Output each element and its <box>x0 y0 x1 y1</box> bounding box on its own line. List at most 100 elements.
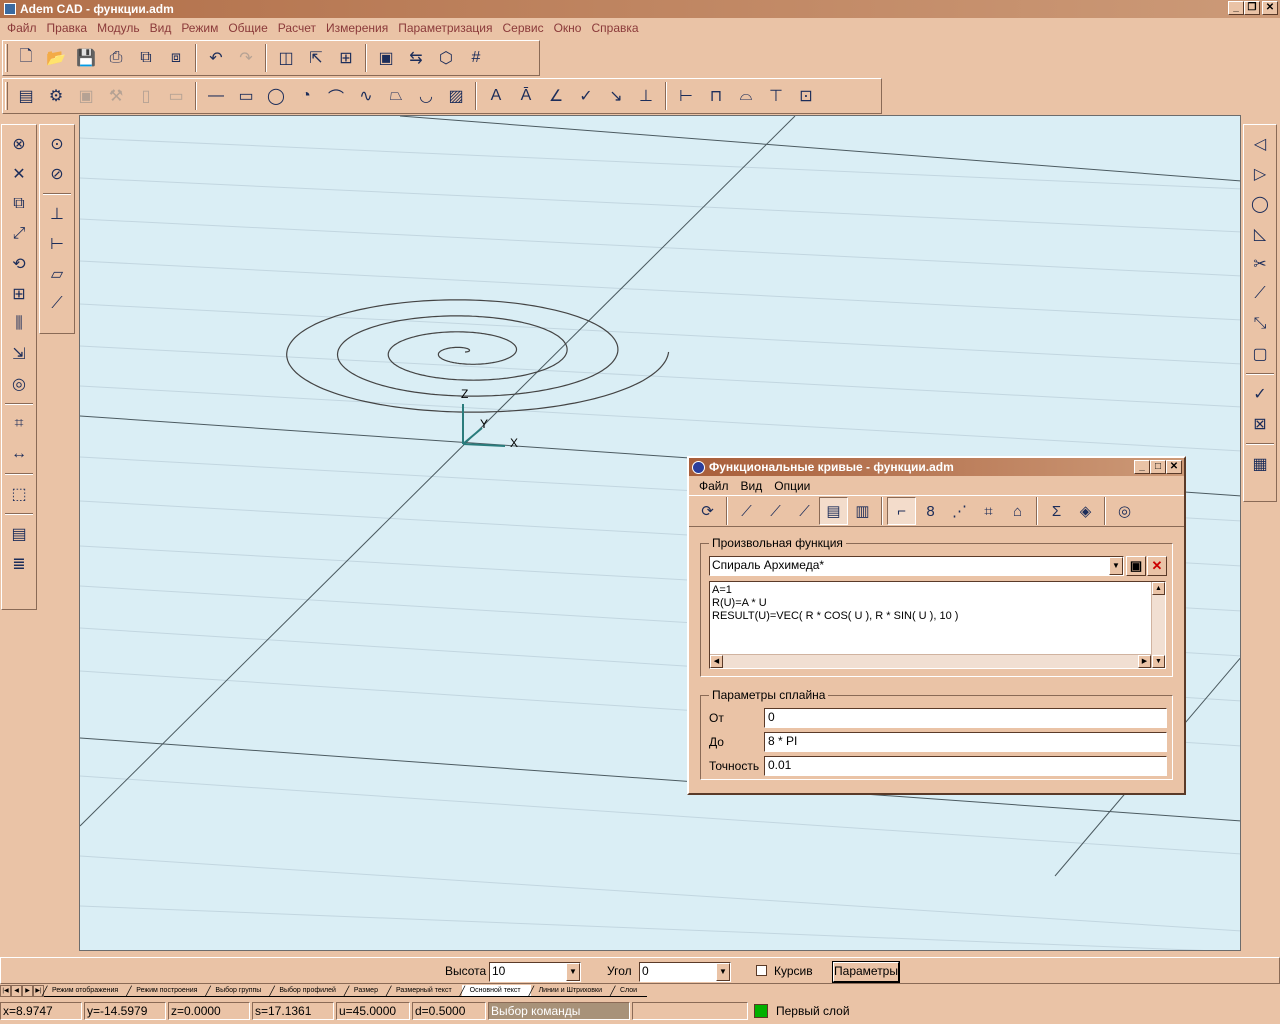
snap-intersect-icon[interactable]: ✂ <box>1245 249 1275 279</box>
line-icon[interactable]: — <box>201 81 231 111</box>
angle-select[interactable]: 0 ▼ <box>639 962 731 982</box>
tab-prev-icon[interactable]: ◀ <box>11 985 22 997</box>
dim-vertical-icon[interactable]: ⊤ <box>761 81 791 111</box>
offset-icon[interactable]: ◎ <box>4 369 34 399</box>
dialog-menu-item[interactable]: Опции <box>768 479 816 493</box>
arc-icon[interactable]: ◔ <box>291 81 321 111</box>
mode-tab[interactable]: Основной текст <box>460 985 531 997</box>
text-style-icon[interactable]: Ā <box>511 81 541 111</box>
surface-icon[interactable]: ⌗ <box>974 497 1003 525</box>
erase-icon[interactable]: ⊗ <box>4 129 34 159</box>
text-icon[interactable]: A <box>481 81 511 111</box>
height-select[interactable]: 10 ▼ <box>489 962 581 982</box>
function-select[interactable]: Спираль Архимеда* ▼ <box>709 556 1124 576</box>
save-disabled-icon[interactable]: ▣ <box>71 81 101 111</box>
undo-icon[interactable]: ↶ <box>201 43 231 73</box>
dim-linear-icon[interactable]: ⊓ <box>701 81 731 111</box>
dialog-menu-item[interactable]: Вид <box>735 479 769 493</box>
tools-disabled-icon[interactable]: ⚒ <box>101 81 131 111</box>
edit-icon[interactable]: ▤ <box>819 497 848 525</box>
polyline-icon[interactable]: ⌒ <box>321 81 351 111</box>
scroll-right-icon[interactable]: ▶ <box>1138 655 1151 668</box>
from-input[interactable]: 0 <box>764 708 1167 728</box>
code-line[interactable]: RESULT(U)=VEC( R * COS( U ), R * SIN( U … <box>712 610 1165 623</box>
ellipse-arc-icon[interactable]: ◡ <box>411 81 441 111</box>
save-function-button[interactable]: ▣ <box>1126 556 1146 576</box>
layers-icon[interactable]: ◫ <box>271 43 301 73</box>
snap-perp-icon[interactable]: ◺ <box>1245 219 1275 249</box>
array-icon[interactable]: ⊞ <box>4 279 34 309</box>
tab-first-icon[interactable]: |◀ <box>0 985 11 997</box>
menu-item[interactable]: Справка <box>586 21 643 35</box>
curve-plot3-icon[interactable]: ⟋ <box>790 497 819 525</box>
chevron-down-icon[interactable]: ▼ <box>566 963 580 981</box>
menu-item[interactable]: Расчет <box>273 21 321 35</box>
curve-plot1-icon[interactable]: ⟋ <box>732 497 761 525</box>
dialog-maximize-button[interactable]: □ <box>1150 460 1166 474</box>
snap-grid-icon[interactable]: ▦ <box>1245 449 1275 479</box>
snap-near-icon[interactable]: ▢ <box>1245 339 1275 369</box>
view3d-icon[interactable]: ⬚ <box>4 479 34 509</box>
save-icon[interactable]: 💾 <box>71 43 101 73</box>
menu-item[interactable]: Модуль <box>92 21 145 35</box>
spline-icon[interactable]: ∿ <box>351 81 381 111</box>
snap-delete-icon[interactable]: ⊘ <box>42 159 72 189</box>
dim-arc-icon[interactable]: ⌓ <box>731 81 761 111</box>
break-icon[interactable]: ⌗ <box>4 409 34 439</box>
save-db-icon[interactable]: ▣ <box>371 43 401 73</box>
code-line[interactable]: R(U)=A * U <box>712 597 1165 610</box>
minimize-button[interactable]: _ <box>1228 1 1244 15</box>
to-input[interactable]: 8 * PI <box>764 732 1167 752</box>
check-icon[interactable]: ✓ <box>571 81 601 111</box>
polyline-curve-icon[interactable]: ⌐ <box>887 497 916 525</box>
building-icon[interactable]: ⌂ <box>1003 497 1032 525</box>
doc-disabled-icon[interactable]: ▯ <box>131 81 161 111</box>
snap-arc-icon[interactable]: ◯ <box>1245 189 1275 219</box>
function-code-editor[interactable]: A=1 R(U)=A * U RESULT(U)=VEC( R * COS( U )… <box>709 581 1166 669</box>
maximize-button[interactable]: ❐ <box>1244 1 1260 15</box>
rectangle-icon[interactable]: ▭ <box>231 81 261 111</box>
code-horizontal-scrollbar[interactable]: ◀ ▶ <box>710 654 1151 668</box>
menu-item[interactable]: Общие <box>223 21 272 35</box>
dialog-minimize-button[interactable]: _ <box>1134 460 1150 474</box>
dim-horizontal-icon[interactable]: ⊢ <box>671 81 701 111</box>
properties-icon[interactable]: ▤ <box>11 81 41 111</box>
curve-plot2-icon[interactable]: ⟋ <box>761 497 790 525</box>
transfer-icon[interactable]: ⇆ <box>401 43 431 73</box>
toolbar-grip[interactable] <box>5 44 8 72</box>
mode-tab[interactable]: Режим построения <box>126 985 208 997</box>
menu-item[interactable]: Измерения <box>321 21 393 35</box>
menu-item[interactable]: Правка <box>42 21 93 35</box>
chevron-down-icon[interactable]: ▼ <box>716 963 730 981</box>
scroll-left-icon[interactable]: ◀ <box>710 655 723 668</box>
new-file-icon[interactable]: 🗋 <box>11 43 41 73</box>
menu-item[interactable]: Параметризация <box>393 21 497 35</box>
scroll-up-icon[interactable]: ▲ <box>1152 582 1165 595</box>
scroll-down-icon[interactable]: ▼ <box>1152 655 1165 668</box>
mode-tab[interactable]: Размер <box>344 985 388 997</box>
menu-item[interactable]: Файл <box>2 21 42 35</box>
snap-end-icon[interactable]: ◁ <box>1245 129 1275 159</box>
redo-icon[interactable]: ↷ <box>231 43 261 73</box>
spiral-icon[interactable]: ◎ <box>1110 497 1139 525</box>
scale-icon[interactable]: ⇲ <box>4 339 34 369</box>
code-vertical-scrollbar[interactable]: ▲ ▼ <box>1151 582 1165 668</box>
precision-input[interactable]: 0.01 <box>764 756 1167 776</box>
layer-color-swatch[interactable] <box>754 1003 768 1018</box>
mirror-icon[interactable]: ⫼ <box>4 309 34 339</box>
lcs-icon[interactable]: ⊥ <box>42 199 72 229</box>
rotate-icon[interactable]: ⟲ <box>4 249 34 279</box>
close-button[interactable]: ✕ <box>1262 1 1278 15</box>
layers-3d-icon[interactable]: ◈ <box>1071 497 1100 525</box>
parameters-button[interactable]: Параметры <box>832 961 900 983</box>
refresh-icon[interactable]: ⟳ <box>693 497 722 525</box>
spline-8-icon[interactable]: 8 <box>916 497 945 525</box>
save-all-icon[interactable]: ⧈ <box>161 43 191 73</box>
dotted-curve-icon[interactable]: ⋰ <box>945 497 974 525</box>
dialog-close-button[interactable]: ✕ <box>1166 460 1182 474</box>
snap-center-icon[interactable]: ⊙ <box>42 129 72 159</box>
toolbar-grip[interactable] <box>5 82 8 110</box>
settings-icon[interactable]: ⚙ <box>41 81 71 111</box>
snap-point-icon[interactable]: ⟋ <box>1245 279 1275 309</box>
chevron-down-icon[interactable]: ▼ <box>1109 557 1123 575</box>
